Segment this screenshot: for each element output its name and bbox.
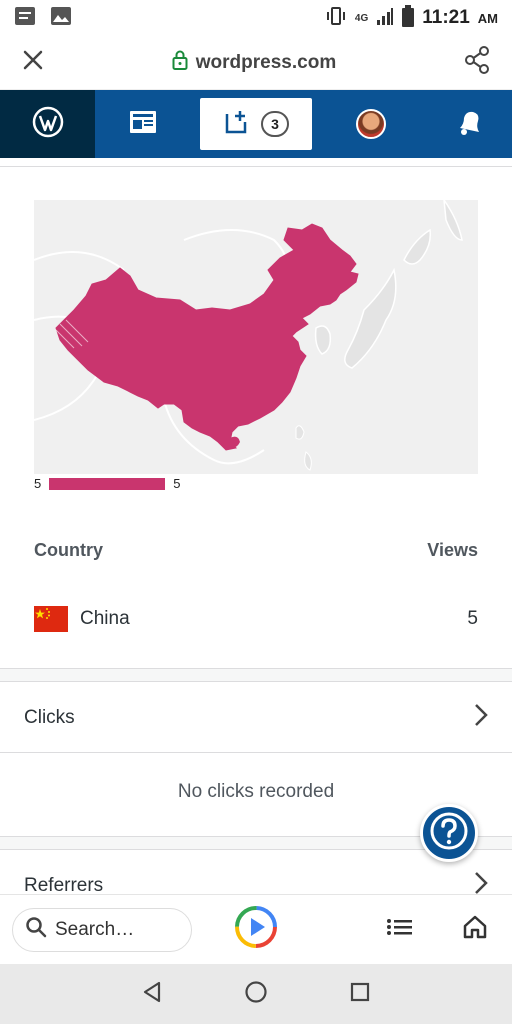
country-views-value: 5 xyxy=(467,608,478,629)
back-icon[interactable] xyxy=(141,980,163,1009)
map-legend: 5 5 xyxy=(34,476,180,491)
avatar xyxy=(356,109,386,139)
new-post-icon xyxy=(223,108,251,141)
browser-url-bar: wordpress.com xyxy=(0,36,512,90)
clock-time: 11:21 xyxy=(422,7,470,28)
wordpress-nav-bar: 3 xyxy=(0,90,512,158)
bell-icon xyxy=(454,108,484,141)
close-icon[interactable] xyxy=(22,49,44,76)
share-icon[interactable] xyxy=(464,46,490,79)
home-circle-icon[interactable] xyxy=(244,980,268,1009)
wordpress-logo-icon xyxy=(32,106,64,143)
url-text: wordpress.com xyxy=(195,51,337,73)
country-column-header: Country xyxy=(34,540,103,560)
recents-icon[interactable] xyxy=(349,981,371,1008)
clicks-section-header[interactable]: Clicks xyxy=(0,683,512,753)
world-map-svg xyxy=(34,200,478,474)
clock-ampm: AM xyxy=(477,10,498,26)
search-icon xyxy=(25,916,47,944)
country-table-header: Country Views xyxy=(34,540,478,561)
message-notification-icon xyxy=(14,6,36,31)
tab-write[interactable]: 3 xyxy=(200,98,312,150)
assistant-play-icon[interactable] xyxy=(234,905,278,954)
system-nav-bar xyxy=(0,964,512,1024)
tab-notifications[interactable] xyxy=(430,90,507,158)
status-bar: 4G 11:21 AM xyxy=(0,0,512,36)
tab-my-sites[interactable] xyxy=(0,90,95,158)
signal-icon xyxy=(376,6,394,31)
battery-icon xyxy=(402,4,415,32)
section-divider xyxy=(0,668,512,682)
notifications-count-badge: 3 xyxy=(261,111,289,137)
lock-icon xyxy=(172,50,188,76)
question-mark-icon xyxy=(429,811,469,856)
search-placeholder: Search… xyxy=(55,918,135,940)
url-display[interactable]: wordpress.com xyxy=(172,50,336,76)
vibrate-icon xyxy=(325,5,347,32)
home-icon[interactable] xyxy=(462,914,488,945)
content-top-divider xyxy=(0,166,512,167)
tab-reader[interactable] xyxy=(95,90,190,158)
tab-me[interactable] xyxy=(312,90,430,158)
image-notification-icon xyxy=(50,6,72,31)
legend-color-bar xyxy=(49,477,166,490)
network-type-label: 4G xyxy=(354,12,369,24)
reader-icon xyxy=(129,110,157,139)
legend-min: 5 xyxy=(34,476,42,491)
clicks-empty-text: No clicks recorded xyxy=(177,781,335,802)
country-name: China xyxy=(80,608,130,629)
browser-bottom-bar: Search… xyxy=(0,894,512,964)
country-views-map xyxy=(34,200,478,474)
china-flag-icon xyxy=(34,606,68,632)
chevron-right-icon xyxy=(474,703,488,733)
clicks-label: Clicks xyxy=(24,706,75,728)
views-column-header: Views xyxy=(427,540,478,560)
help-button[interactable] xyxy=(420,804,478,862)
list-icon[interactable] xyxy=(386,917,414,942)
search-input[interactable]: Search… xyxy=(12,907,192,952)
table-row[interactable]: China 5 xyxy=(34,606,478,632)
legend-max: 5 xyxy=(173,476,181,491)
